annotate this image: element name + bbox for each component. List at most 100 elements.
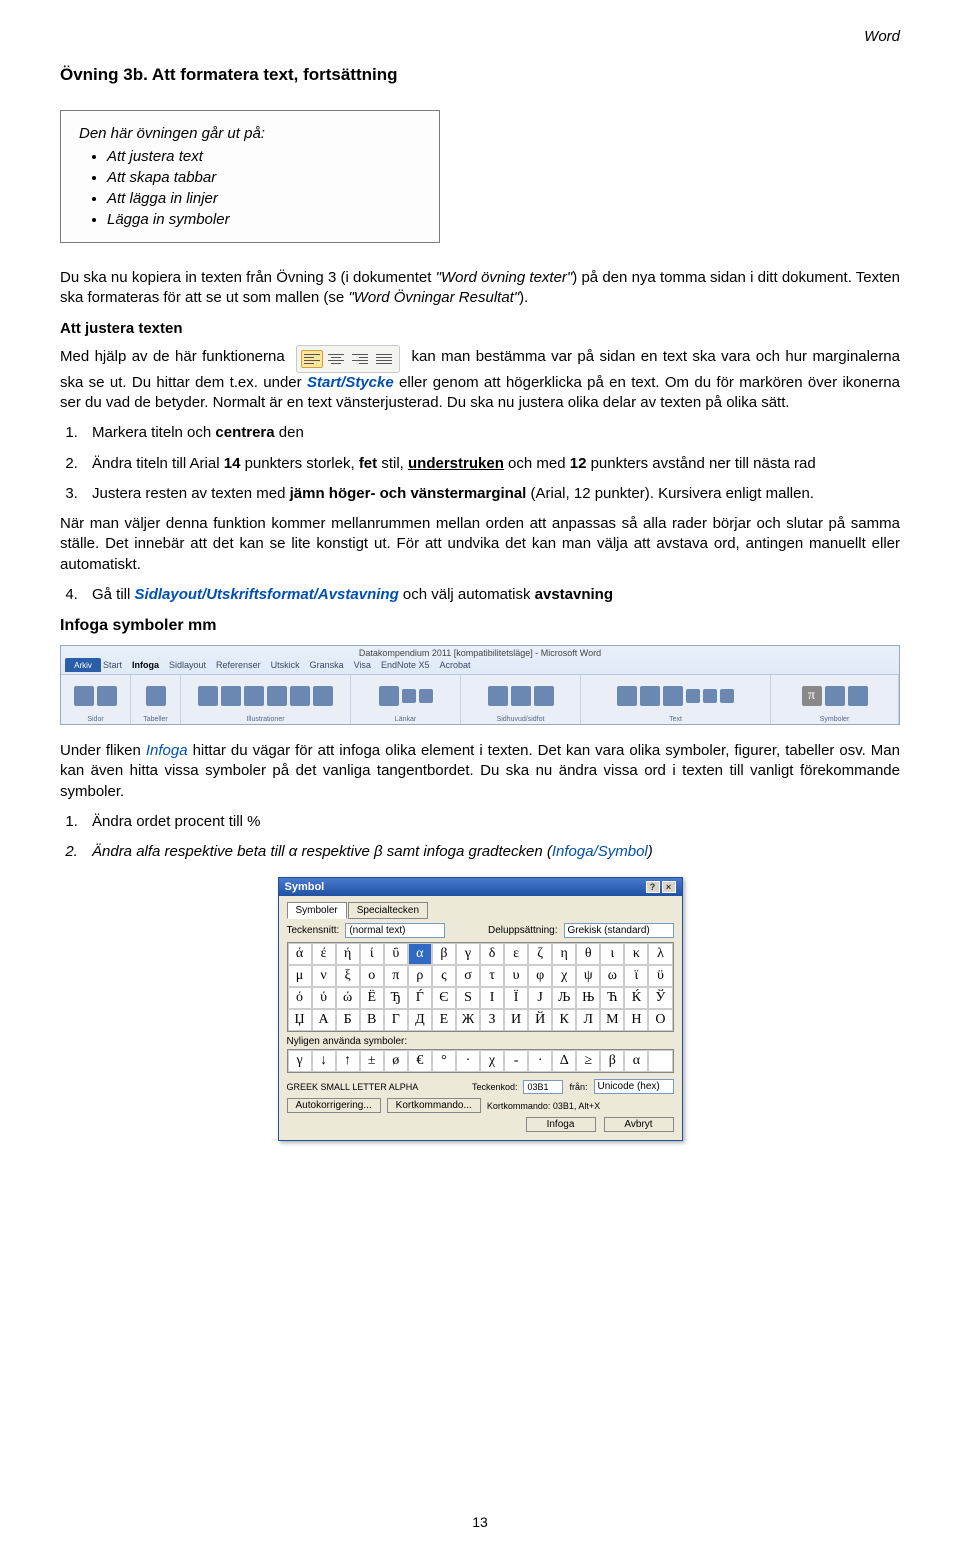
dialog-tab-special[interactable]: Specialtecken <box>348 902 428 919</box>
char-cell[interactable]: Ё <box>360 987 384 1009</box>
char-cell[interactable]: χ <box>552 965 576 987</box>
char-cell[interactable]: λ <box>648 943 672 965</box>
char-cell[interactable]: ί <box>360 943 384 965</box>
ribbon-icon[interactable] <box>617 686 637 706</box>
char-cell[interactable]: М <box>600 1009 624 1031</box>
align-center-icon[interactable] <box>325 350 347 368</box>
symbol-icon[interactable] <box>825 686 845 706</box>
char-cell[interactable]: Ћ <box>600 987 624 1009</box>
char-cell[interactable]: О <box>648 1009 672 1031</box>
char-cell[interactable]: Ќ <box>624 987 648 1009</box>
ribbon-icon[interactable] <box>198 686 218 706</box>
char-cell[interactable]: α <box>408 943 432 965</box>
recent-grid[interactable]: γ↓↑±ø€°·χ-·Δ≥βα <box>287 1049 674 1073</box>
char-cell[interactable]: ά <box>288 943 312 965</box>
char-cell[interactable]: ό <box>288 987 312 1009</box>
char-cell[interactable]: ή <box>336 943 360 965</box>
ribbon-icon[interactable] <box>74 686 94 706</box>
char-cell[interactable]: А <box>312 1009 336 1031</box>
ribbon-tab[interactable]: Referenser <box>216 660 261 674</box>
recent-char-cell[interactable]: γ <box>288 1050 312 1072</box>
char-cell[interactable]: І <box>480 987 504 1009</box>
insert-button[interactable]: Infoga <box>526 1117 596 1132</box>
char-cell[interactable]: μ <box>288 965 312 987</box>
char-cell[interactable]: έ <box>312 943 336 965</box>
char-cell[interactable]: Й <box>528 1009 552 1031</box>
ribbon-icon[interactable] <box>267 686 287 706</box>
recent-char-cell[interactable]: Δ <box>552 1050 576 1072</box>
char-cell[interactable]: ρ <box>408 965 432 987</box>
char-cell[interactable]: В <box>360 1009 384 1031</box>
char-cell[interactable]: θ <box>576 943 600 965</box>
recent-char-cell[interactable]: · <box>456 1050 480 1072</box>
char-cell[interactable]: η <box>552 943 576 965</box>
ribbon-tab[interactable]: Start <box>103 660 122 674</box>
char-cell[interactable]: Њ <box>576 987 600 1009</box>
ribbon-tab[interactable]: Sidlayout <box>169 660 206 674</box>
char-cell[interactable]: ν <box>312 965 336 987</box>
ribbon-icon[interactable] <box>534 686 554 706</box>
equation-icon[interactable]: π <box>802 686 822 706</box>
recent-char-cell[interactable]: ± <box>360 1050 384 1072</box>
recent-char-cell[interactable]: € <box>408 1050 432 1072</box>
char-cell[interactable]: ζ <box>528 943 552 965</box>
char-cell[interactable]: Љ <box>552 987 576 1009</box>
char-cell[interactable]: κ <box>624 943 648 965</box>
char-cell[interactable]: ύ <box>312 987 336 1009</box>
ribbon-icon[interactable] <box>720 689 734 703</box>
char-cell[interactable]: Н <box>624 1009 648 1031</box>
char-cell[interactable]: ω <box>600 965 624 987</box>
recent-char-cell[interactable]: - <box>504 1050 528 1072</box>
char-cell[interactable]: ο <box>360 965 384 987</box>
char-cell[interactable]: ς <box>432 965 456 987</box>
char-cell[interactable]: Ў <box>648 987 672 1009</box>
ribbon-icon[interactable] <box>290 686 310 706</box>
dialog-tab-symbols[interactable]: Symboler <box>287 902 347 919</box>
char-cell[interactable]: Л <box>576 1009 600 1031</box>
ribbon-icon[interactable] <box>488 686 508 706</box>
ribbon-icon[interactable] <box>402 689 416 703</box>
char-cell[interactable]: Є <box>432 987 456 1009</box>
ribbon-icon[interactable] <box>313 686 333 706</box>
ribbon-tab[interactable]: Visa <box>354 660 371 674</box>
char-cell[interactable]: σ <box>456 965 480 987</box>
char-cell[interactable]: Ж <box>456 1009 480 1031</box>
recent-char-cell[interactable]: χ <box>480 1050 504 1072</box>
char-cell[interactable]: ΰ <box>384 943 408 965</box>
from-select[interactable]: Unicode (hex) <box>594 1079 674 1094</box>
align-justify-icon[interactable] <box>373 350 395 368</box>
ribbon-icon[interactable] <box>848 686 868 706</box>
ribbon-tab[interactable]: Utskick <box>271 660 300 674</box>
char-cell[interactable]: Ї <box>504 987 528 1009</box>
recent-char-cell[interactable]: · <box>528 1050 552 1072</box>
font-select[interactable]: (normal text) <box>345 923 445 938</box>
char-cell[interactable]: И <box>504 1009 528 1031</box>
char-cell[interactable]: ε <box>504 943 528 965</box>
char-cell[interactable]: Г <box>384 1009 408 1031</box>
recent-char-cell[interactable]: β <box>600 1050 624 1072</box>
recent-char-cell[interactable]: ↑ <box>336 1050 360 1072</box>
ribbon-icon[interactable] <box>640 686 660 706</box>
ribbon-icon[interactable] <box>379 686 399 706</box>
ribbon-tab[interactable]: Granska <box>310 660 344 674</box>
ribbon-icon[interactable] <box>511 686 531 706</box>
char-cell[interactable]: ι <box>600 943 624 965</box>
char-cell[interactable]: Ђ <box>384 987 408 1009</box>
ribbon-icon[interactable] <box>221 686 241 706</box>
ribbon-icon[interactable] <box>146 686 166 706</box>
char-cell[interactable]: β <box>432 943 456 965</box>
help-button[interactable]: ? <box>646 881 660 893</box>
character-grid[interactable]: άέήίΰαβγδεζηθικλμνξοπρςστυφχψωϊϋόύώЁЂЃЄЅ… <box>287 942 674 1032</box>
ribbon-tab[interactable]: EndNote X5 <box>381 660 430 674</box>
char-cell[interactable]: ϊ <box>624 965 648 987</box>
recent-char-cell[interactable]: ↓ <box>312 1050 336 1072</box>
ribbon-tab[interactable]: Acrobat <box>440 660 471 674</box>
recent-char-cell[interactable]: ° <box>432 1050 456 1072</box>
recent-char-cell[interactable] <box>648 1050 672 1072</box>
cancel-button[interactable]: Avbryt <box>604 1117 674 1132</box>
ribbon-icon[interactable] <box>663 686 683 706</box>
align-right-icon[interactable] <box>349 350 371 368</box>
code-input[interactable]: 03B1 <box>523 1080 563 1094</box>
char-cell[interactable]: Ѓ <box>408 987 432 1009</box>
char-cell[interactable]: Е <box>432 1009 456 1031</box>
